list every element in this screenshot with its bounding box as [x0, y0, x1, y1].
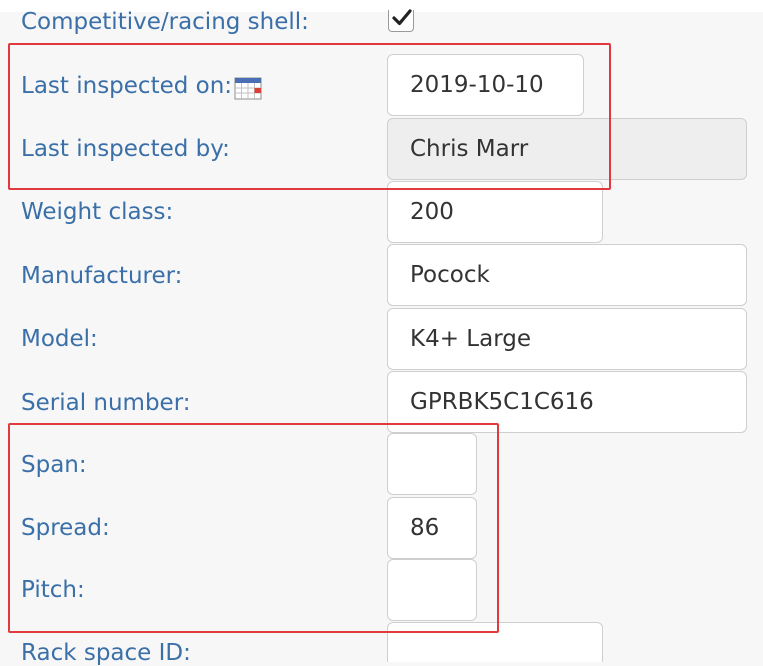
model-field[interactable]: K4+ Large	[387, 308, 747, 370]
weight-class-value: 200	[410, 199, 454, 225]
last-inspected-on-value: 2019-10-10	[410, 72, 544, 98]
label-model: Model:	[21, 326, 98, 352]
manufacturer-field[interactable]: Pocock	[387, 244, 747, 306]
serial-number-field[interactable]: GPRBK5C1C616	[387, 371, 747, 433]
label-weight-class: Weight class:	[21, 199, 174, 225]
label-manufacturer: Manufacturer:	[21, 263, 183, 289]
label-last-inspected-by: Last inspected by:	[21, 136, 230, 162]
label-last-inspected-on: Last inspected on:	[21, 73, 233, 99]
last-inspected-by-value: Chris Marr	[410, 136, 529, 162]
label-serial-number: Serial number:	[21, 390, 191, 416]
model-value: K4+ Large	[410, 326, 532, 352]
label-pitch: Pitch:	[21, 577, 85, 603]
calendar-icon[interactable]	[234, 76, 262, 100]
label-competitive-racing-shell: Competitive/racing shell:	[21, 9, 309, 35]
label-span: Span:	[21, 452, 87, 478]
manufacturer-value: Pocock	[410, 262, 490, 288]
last-inspected-by-field: Chris Marr	[387, 118, 747, 180]
label-spread: Spread:	[21, 515, 110, 541]
spread-value: 86	[410, 515, 440, 541]
pitch-field[interactable]	[387, 559, 477, 621]
competitive-racing-shell-checkbox[interactable]	[388, 9, 414, 32]
checkmark-icon	[392, 9, 412, 26]
weight-class-field[interactable]: 200	[387, 181, 603, 243]
serial-number-value: GPRBK5C1C616	[410, 389, 594, 415]
last-inspected-on-field[interactable]: 2019-10-10	[387, 54, 584, 116]
rack-space-id-field[interactable]	[387, 622, 603, 662]
spread-field[interactable]: 86	[387, 497, 477, 559]
span-field[interactable]	[387, 433, 477, 495]
